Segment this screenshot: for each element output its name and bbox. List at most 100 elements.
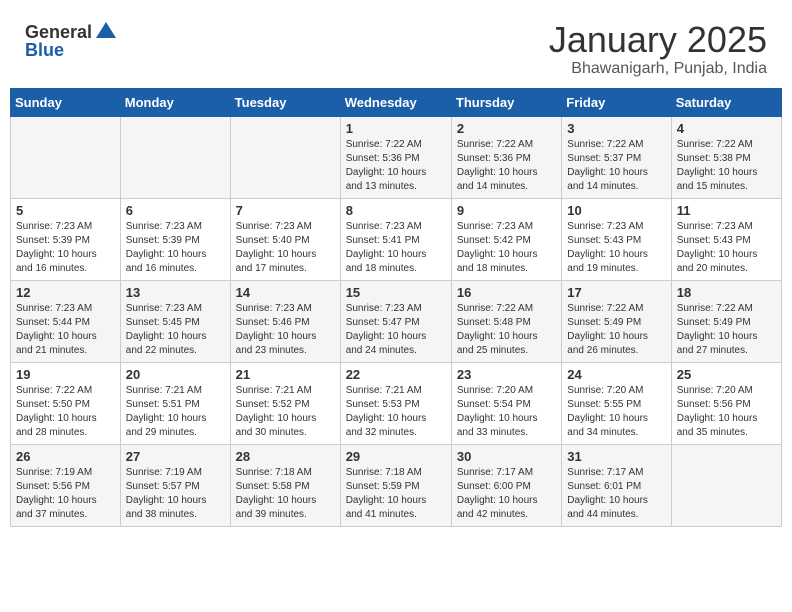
calendar-cell: 6 Sunrise: 7:23 AMSunset: 5:39 PMDaylight… bbox=[120, 198, 230, 280]
day-info: Sunrise: 7:23 AMSunset: 5:47 PMDaylight:… bbox=[346, 302, 446, 358]
day-info: Sunrise: 7:22 AMSunset: 5:49 PMDaylight:… bbox=[677, 302, 776, 358]
day-info: Sunrise: 7:17 AMSunset: 6:01 PMDaylight:… bbox=[567, 466, 665, 522]
day-number: 15 bbox=[346, 285, 446, 300]
day-number: 4 bbox=[677, 121, 776, 136]
calendar-cell: 30Sunrise: 7:17 AMSunset: 6:00 PMDayligh… bbox=[451, 444, 561, 526]
logo: General Blue bbox=[25, 20, 118, 61]
day-number: 18 bbox=[677, 285, 776, 300]
weekday-header-monday: Monday bbox=[120, 88, 230, 116]
day-number: 29 bbox=[346, 449, 446, 464]
day-number: 3 bbox=[567, 121, 665, 136]
day-info: Sunrise: 7:22 AMSunset: 5:49 PMDaylight:… bbox=[567, 302, 665, 358]
calendar-cell: 20 Sunrise: 7:21 AMSunset: 5:51 PMDayligh… bbox=[120, 362, 230, 444]
day-number: 24 bbox=[567, 367, 665, 382]
week-row-4: 19 Sunrise: 7:22 AMSunset: 5:50 PMDayligh… bbox=[11, 362, 782, 444]
day-info: Sunrise: 7:20 AMSunset: 5:54 PMDaylight:… bbox=[457, 384, 556, 440]
calendar-cell: 28 Sunrise: 7:18 AMSunset: 5:58 PMDayligh… bbox=[230, 444, 340, 526]
day-info: Sunrise: 7:20 AMSunset: 5:56 PMDaylight:… bbox=[677, 384, 776, 440]
day-number: 31 bbox=[567, 449, 665, 464]
calendar-cell: 21 Sunrise: 7:21 AMSunset: 5:52 PMDayligh… bbox=[230, 362, 340, 444]
weekday-header-tuesday: Tuesday bbox=[230, 88, 340, 116]
day-number: 20 bbox=[126, 367, 225, 382]
calendar-cell: 8Sunrise: 7:23 AMSunset: 5:41 PMDaylight… bbox=[340, 198, 451, 280]
day-info: Sunrise: 7:21 AMSunset: 5:52 PMDaylight:… bbox=[236, 384, 335, 440]
week-row-3: 12 Sunrise: 7:23 AMSunset: 5:44 PMDayligh… bbox=[11, 280, 782, 362]
week-row-1: 1Sunrise: 7:22 AMSunset: 5:36 PMDaylight… bbox=[11, 116, 782, 198]
day-info: Sunrise: 7:23 AMSunset: 5:41 PMDaylight:… bbox=[346, 220, 446, 276]
calendar-cell bbox=[11, 116, 121, 198]
day-info: Sunrise: 7:23 AMSunset: 5:42 PMDaylight:… bbox=[457, 220, 556, 276]
day-number: 12 bbox=[16, 285, 115, 300]
day-info: Sunrise: 7:23 AMSunset: 5:40 PMDaylight:… bbox=[236, 220, 335, 276]
day-number: 26 bbox=[16, 449, 115, 464]
week-row-5: 26 Sunrise: 7:19 AMSunset: 5:56 PMDayligh… bbox=[11, 444, 782, 526]
day-number: 28 bbox=[236, 449, 335, 464]
calendar-cell: 27Sunrise: 7:19 AMSunset: 5:57 PMDayligh… bbox=[120, 444, 230, 526]
weekday-header-saturday: Saturday bbox=[671, 88, 781, 116]
day-number: 13 bbox=[126, 285, 225, 300]
day-info: Sunrise: 7:22 AMSunset: 5:50 PMDaylight:… bbox=[16, 384, 115, 440]
day-number: 6 bbox=[126, 203, 225, 218]
calendar-cell: 1Sunrise: 7:22 AMSunset: 5:36 PMDaylight… bbox=[340, 116, 451, 198]
day-info: Sunrise: 7:22 AMSunset: 5:36 PMDaylight:… bbox=[346, 138, 446, 194]
day-number: 9 bbox=[457, 203, 556, 218]
day-number: 21 bbox=[236, 367, 335, 382]
day-info: Sunrise: 7:19 AMSunset: 5:57 PMDaylight:… bbox=[126, 466, 225, 522]
calendar-cell: 9 Sunrise: 7:23 AMSunset: 5:42 PMDaylight… bbox=[451, 198, 561, 280]
day-info: Sunrise: 7:23 AMSunset: 5:39 PMDaylight:… bbox=[126, 220, 225, 276]
day-number: 19 bbox=[16, 367, 115, 382]
day-info: Sunrise: 7:18 AMSunset: 5:59 PMDaylight:… bbox=[346, 466, 446, 522]
calendar-cell: 5Sunrise: 7:23 AMSunset: 5:39 PMDaylight… bbox=[11, 198, 121, 280]
calendar-cell bbox=[671, 444, 781, 526]
location-title: Bhawanigarh, Punjab, India bbox=[549, 60, 767, 78]
day-info: Sunrise: 7:21 AMSunset: 5:51 PMDaylight:… bbox=[126, 384, 225, 440]
weekday-header-thursday: Thursday bbox=[451, 88, 561, 116]
page-header: General Blue January 2025 Bhawanigarh, P… bbox=[10, 10, 782, 83]
weekday-header-sunday: Sunday bbox=[11, 88, 121, 116]
day-number: 14 bbox=[236, 285, 335, 300]
calendar-cell: 31 Sunrise: 7:17 AMSunset: 6:01 PMDayligh… bbox=[562, 444, 671, 526]
day-info: Sunrise: 7:22 AMSunset: 5:37 PMDaylight:… bbox=[567, 138, 665, 194]
calendar-cell: 11Sunrise: 7:23 AMSunset: 5:43 PMDayligh… bbox=[671, 198, 781, 280]
calendar-cell: 16 Sunrise: 7:22 AMSunset: 5:48 PMDayligh… bbox=[451, 280, 561, 362]
calendar-cell: 19 Sunrise: 7:22 AMSunset: 5:50 PMDayligh… bbox=[11, 362, 121, 444]
calendar-cell: 29 Sunrise: 7:18 AMSunset: 5:59 PMDayligh… bbox=[340, 444, 451, 526]
day-number: 17 bbox=[567, 285, 665, 300]
calendar-cell: 18 Sunrise: 7:22 AMSunset: 5:49 PMDayligh… bbox=[671, 280, 781, 362]
calendar-cell: 25Sunrise: 7:20 AMSunset: 5:56 PMDayligh… bbox=[671, 362, 781, 444]
weekday-header-friday: Friday bbox=[562, 88, 671, 116]
day-info: Sunrise: 7:20 AMSunset: 5:55 PMDaylight:… bbox=[567, 384, 665, 440]
day-number: 30 bbox=[457, 449, 556, 464]
day-info: Sunrise: 7:23 AMSunset: 5:45 PMDaylight:… bbox=[126, 302, 225, 358]
calendar-cell: 14 Sunrise: 7:23 AMSunset: 5:46 PMDayligh… bbox=[230, 280, 340, 362]
calendar-cell: 22Sunrise: 7:21 AMSunset: 5:53 PMDayligh… bbox=[340, 362, 451, 444]
calendar-cell: 3 Sunrise: 7:22 AMSunset: 5:37 PMDaylight… bbox=[562, 116, 671, 198]
calendar-cell: 12 Sunrise: 7:23 AMSunset: 5:44 PMDayligh… bbox=[11, 280, 121, 362]
calendar-cell: 10Sunrise: 7:23 AMSunset: 5:43 PMDayligh… bbox=[562, 198, 671, 280]
day-info: Sunrise: 7:23 AMSunset: 5:44 PMDaylight:… bbox=[16, 302, 115, 358]
day-number: 11 bbox=[677, 203, 776, 218]
day-info: Sunrise: 7:22 AMSunset: 5:48 PMDaylight:… bbox=[457, 302, 556, 358]
title-block: January 2025 Bhawanigarh, Punjab, India bbox=[549, 20, 767, 78]
calendar-cell: 13 Sunrise: 7:23 AMSunset: 5:45 PMDayligh… bbox=[120, 280, 230, 362]
day-number: 22 bbox=[346, 367, 446, 382]
day-info: Sunrise: 7:22 AMSunset: 5:38 PMDaylight:… bbox=[677, 138, 776, 194]
weekday-header-row: SundayMondayTuesdayWednesdayThursdayFrid… bbox=[11, 88, 782, 116]
day-number: 16 bbox=[457, 285, 556, 300]
calendar-cell: 7 Sunrise: 7:23 AMSunset: 5:40 PMDaylight… bbox=[230, 198, 340, 280]
day-number: 7 bbox=[236, 203, 335, 218]
day-info: Sunrise: 7:19 AMSunset: 5:56 PMDaylight:… bbox=[16, 466, 115, 522]
calendar-table: SundayMondayTuesdayWednesdayThursdayFrid… bbox=[10, 88, 782, 527]
day-number: 10 bbox=[567, 203, 665, 218]
calendar-cell: 15 Sunrise: 7:23 AMSunset: 5:47 PMDayligh… bbox=[340, 280, 451, 362]
day-info: Sunrise: 7:18 AMSunset: 5:58 PMDaylight:… bbox=[236, 466, 335, 522]
week-row-2: 5 Sunrise: 7:23 AMSunset: 5:39 PMDaylight… bbox=[11, 198, 782, 280]
day-number: 2 bbox=[457, 121, 556, 136]
day-number: 5 bbox=[16, 203, 115, 218]
weekday-header-wednesday: Wednesday bbox=[340, 88, 451, 116]
calendar-cell: 4 Sunrise: 7:22 AMSunset: 5:38 PMDaylight… bbox=[671, 116, 781, 198]
day-info: Sunrise: 7:23 AMSunset: 5:46 PMDaylight:… bbox=[236, 302, 335, 358]
day-info: Sunrise: 7:22 AMSunset: 5:36 PMDaylight:… bbox=[457, 138, 556, 194]
calendar-cell: 17 Sunrise: 7:22 AMSunset: 5:49 PMDayligh… bbox=[562, 280, 671, 362]
logo-icon bbox=[94, 20, 118, 44]
